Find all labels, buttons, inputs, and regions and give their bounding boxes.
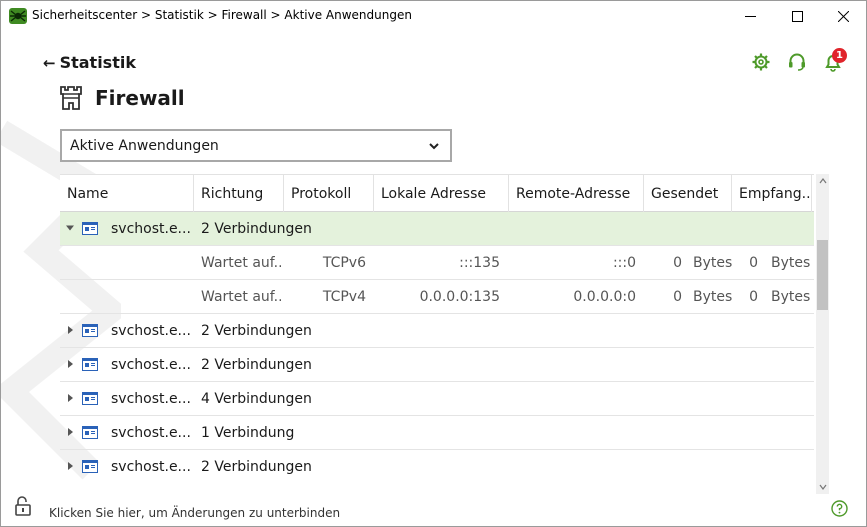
table-row[interactable]: svchost.e... 2 Verbindungen <box>60 314 814 348</box>
expand-triangle-icon[interactable] <box>66 428 74 436</box>
expand-triangle-icon[interactable] <box>66 360 74 368</box>
sent-value-cell: 0 <box>673 254 682 271</box>
sent-unit-cell: Bytes <box>693 254 733 271</box>
view-select[interactable]: Aktive Anwendungen <box>60 129 452 162</box>
close-icon <box>837 11 849 22</box>
minimize-button[interactable] <box>727 1 773 32</box>
direction-cell: Wartet auf... <box>201 288 281 305</box>
process-name: svchost.e... <box>111 322 191 339</box>
notification-badge: 1 <box>832 48 847 63</box>
table-row[interactable]: svchost.e... 4 Verbindungen <box>60 382 814 416</box>
local-address-cell: 0.0.0.0:135 <box>419 288 500 305</box>
received-unit-cell: Bytes <box>771 254 811 271</box>
column-header-received[interactable]: Empfang... <box>732 175 812 212</box>
scroll-thumb[interactable] <box>817 240 828 310</box>
app-window: Sicherheitscenter > Statistik > Firewall… <box>0 0 867 527</box>
connection-count: 2 Verbindungen <box>201 458 312 475</box>
table-row[interactable]: Wartet auf... TCPv4 0.0.0.0:135 0.0.0.0:… <box>60 280 814 314</box>
remote-address-cell: 0.0.0.0:0 <box>573 288 636 305</box>
close-button[interactable] <box>820 1 866 32</box>
protocol-cell: TCPv6 <box>322 254 366 271</box>
connection-count: 2 Verbindungen <box>201 322 312 339</box>
application-window-icon <box>82 324 98 337</box>
column-header-direction[interactable]: Richtung <box>194 175 284 212</box>
application-window-icon <box>82 222 98 235</box>
back-link[interactable]: ← Statistik <box>43 53 136 72</box>
table-scrollbar[interactable] <box>816 174 829 494</box>
column-header-remote-address[interactable]: Remote-Adresse <box>509 175 644 212</box>
page-title: Firewall <box>95 86 185 110</box>
title-bar: Sicherheitscenter > Statistik > Firewall… <box>1 1 866 32</box>
scroll-up-button[interactable] <box>816 174 829 188</box>
direction-cell: Wartet auf... <box>201 254 281 271</box>
back-link-label: Statistik <box>59 53 136 72</box>
chevron-up-icon <box>819 178 826 184</box>
chevron-down-icon <box>429 143 439 150</box>
connection-count: 2 Verbindungen <box>201 356 312 373</box>
column-header-protocol[interactable]: Protokoll <box>284 175 374 212</box>
table-header: Name Richtung Protokoll Lokale Adresse R… <box>60 174 814 212</box>
protocol-cell: TCPv4 <box>322 288 366 305</box>
table-row[interactable]: svchost.e... 2 Verbindungen <box>60 450 814 482</box>
application-window-icon <box>82 392 98 405</box>
padlock-open-icon[interactable] <box>15 496 31 516</box>
gear-icon[interactable] <box>751 52 771 72</box>
chevron-down-icon <box>819 484 826 490</box>
process-name: svchost.e... <box>111 356 191 373</box>
scroll-down-button[interactable] <box>816 480 829 494</box>
castle-icon <box>60 86 82 110</box>
table-row[interactable]: Wartet auf... TCPv6 :::135 :::0 0 Bytes … <box>60 246 814 280</box>
minimize-icon <box>744 16 756 17</box>
sent-value-cell: 0 <box>673 288 682 305</box>
connections-table: Name Richtung Protokoll Lokale Adresse R… <box>60 174 814 482</box>
local-address-cell: :::135 <box>459 254 500 271</box>
question-circle-icon[interactable] <box>831 500 848 517</box>
received-value-cell: 0 <box>749 254 758 271</box>
connection-count: 2 Verbindungen <box>201 220 312 237</box>
received-value-cell: 0 <box>749 288 758 305</box>
application-window-icon <box>82 460 98 473</box>
table-row[interactable]: svchost.e... 1 Verbindung <box>60 416 814 450</box>
maximize-button[interactable] <box>774 1 820 32</box>
column-header-sent[interactable]: Gesendet <box>644 175 732 212</box>
page-heading: Firewall <box>59 85 185 111</box>
process-name: svchost.e... <box>111 458 191 475</box>
table-row[interactable]: svchost.e... 2 Verbindungen <box>60 348 814 382</box>
table-row[interactable]: svchost.e... 2 Verbindungen <box>60 212 814 246</box>
dr-web-spider-icon <box>9 8 27 24</box>
expand-triangle-icon[interactable] <box>66 394 74 402</box>
connection-count: 1 Verbindung <box>201 424 295 441</box>
process-name: svchost.e... <box>111 424 191 441</box>
expand-triangle-icon[interactable] <box>66 462 74 470</box>
maximize-icon <box>791 11 803 22</box>
remote-address-cell: :::0 <box>612 254 636 271</box>
view-select-value: Aktive Anwendungen <box>70 137 219 154</box>
column-header-local-address[interactable]: Lokale Adresse <box>374 175 509 212</box>
process-name: svchost.e... <box>111 220 191 237</box>
application-window-icon <box>82 358 98 371</box>
back-arrow-icon: ← <box>43 53 56 72</box>
column-header-name[interactable]: Name <box>60 175 194 212</box>
process-name: svchost.e... <box>111 390 191 407</box>
expand-triangle-icon[interactable] <box>66 224 74 232</box>
connection-count: 4 Verbindungen <box>201 390 312 407</box>
sent-unit-cell: Bytes <box>693 288 733 305</box>
window-title: Sicherheitscenter > Statistik > Firewall… <box>32 8 412 22</box>
lock-settings-link[interactable]: Klicken Sie hier, um Änderungen zu unter… <box>49 506 340 520</box>
expand-triangle-icon[interactable] <box>66 326 74 334</box>
application-window-icon <box>82 426 98 439</box>
received-unit-cell: Bytes <box>771 288 811 305</box>
headset-icon[interactable] <box>787 52 807 72</box>
